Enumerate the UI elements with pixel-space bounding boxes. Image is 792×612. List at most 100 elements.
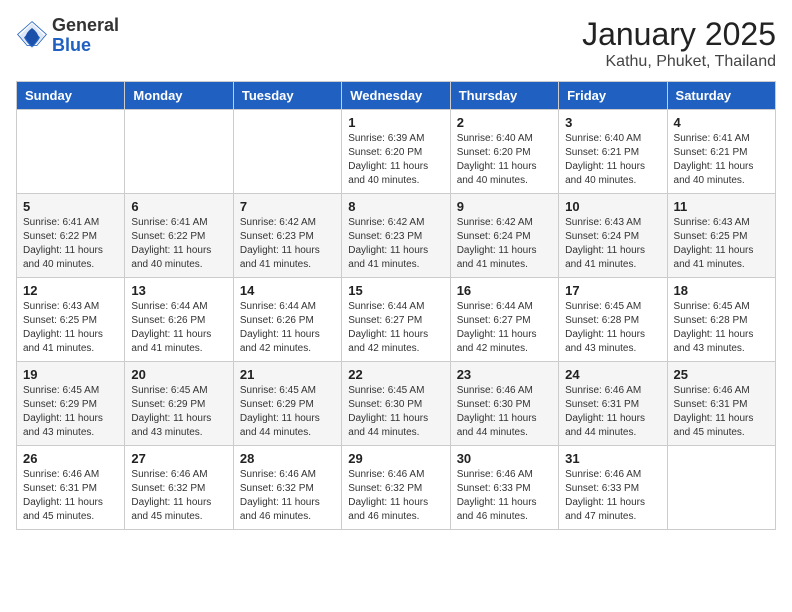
weekday-header-row: SundayMondayTuesdayWednesdayThursdayFrid… [17,82,776,110]
day-info: Sunrise: 6:41 AM Sunset: 6:22 PM Dayligh… [131,216,226,272]
calendar-cell: 2 Sunrise: 6:40 AM Sunset: 6:20 PM Daylig… [450,110,558,194]
calendar-cell: 27Sunrise: 6:46 AM Sunset: 6:32 PM Dayli… [125,446,233,530]
calendar-table: SundayMondayTuesdayWednesdayThursdayFrid… [16,81,776,530]
calendar-cell: 25 Sunrise: 6:46 AM Sunset: 6:31 PM Dayli… [667,362,775,446]
day-info: Sunrise: 6:40 AM Sunset: 6:21 PM Dayligh… [565,132,660,188]
day-number: 3 [565,115,660,130]
calendar-cell: 22 Sunrise: 6:45 AM Sunset: 6:30 PM Dayli… [342,362,450,446]
logo: General Blue [16,16,119,56]
day-info: Sunrise: 6:42 AM Sunset: 6:23 PM Dayligh… [348,216,443,272]
day-info: Sunrise: 6:46 AM Sunset: 6:32 PM Dayligh… [348,468,443,524]
day-info: Sunrise: 6:43 AM Sunset: 6:24 PM Dayligh… [565,216,660,272]
day-info: Sunrise: 6:45 AM Sunset: 6:29 PM Dayligh… [23,384,118,440]
day-number: 17 [565,283,660,298]
weekday-header: Saturday [667,82,775,110]
day-info: Sunrise: 6:46 AM Sunset: 6:32 PM Dayligh… [131,468,226,524]
day-number: 15 [348,283,443,298]
calendar-cell: 3 Sunrise: 6:40 AM Sunset: 6:21 PM Daylig… [559,110,667,194]
calendar-cell [17,110,125,194]
calendar-cell: 5 Sunrise: 6:41 AM Sunset: 6:22 PM Daylig… [17,194,125,278]
calendar-cell: 7Sunrise: 6:42 AM Sunset: 6:23 PM Daylig… [233,194,341,278]
day-info: Sunrise: 6:42 AM Sunset: 6:24 PM Dayligh… [457,216,552,272]
day-number: 5 [23,199,118,214]
weekday-header: Friday [559,82,667,110]
day-info: Sunrise: 6:43 AM Sunset: 6:25 PM Dayligh… [674,216,769,272]
day-info: Sunrise: 6:39 AM Sunset: 6:20 PM Dayligh… [348,132,443,188]
calendar-cell [667,446,775,530]
day-info: Sunrise: 6:46 AM Sunset: 6:30 PM Dayligh… [457,384,552,440]
day-info: Sunrise: 6:41 AM Sunset: 6:22 PM Dayligh… [23,216,118,272]
calendar-cell: 8 Sunrise: 6:42 AM Sunset: 6:23 PM Daylig… [342,194,450,278]
day-info: Sunrise: 6:45 AM Sunset: 6:28 PM Dayligh… [565,300,660,356]
calendar-cell: 18 Sunrise: 6:45 AM Sunset: 6:28 PM Dayli… [667,278,775,362]
calendar-cell: 30 Sunrise: 6:46 AM Sunset: 6:33 PM Dayli… [450,446,558,530]
day-number: 28 [240,451,335,466]
day-number: 11 [674,199,769,214]
calendar-week-row: 5 Sunrise: 6:41 AM Sunset: 6:22 PM Daylig… [17,194,776,278]
day-info: Sunrise: 6:43 AM Sunset: 6:25 PM Dayligh… [23,300,118,356]
day-info: Sunrise: 6:45 AM Sunset: 6:30 PM Dayligh… [348,384,443,440]
calendar-week-row: 1 Sunrise: 6:39 AM Sunset: 6:20 PM Daylig… [17,110,776,194]
logo-general-text: General [52,15,119,35]
day-info: Sunrise: 6:46 AM Sunset: 6:31 PM Dayligh… [674,384,769,440]
calendar-cell: 19Sunrise: 6:45 AM Sunset: 6:29 PM Dayli… [17,362,125,446]
day-number: 2 [457,115,552,130]
calendar-cell [233,110,341,194]
calendar-week-row: 12 Sunrise: 6:43 AM Sunset: 6:25 PM Dayli… [17,278,776,362]
day-info: Sunrise: 6:46 AM Sunset: 6:33 PM Dayligh… [565,468,660,524]
calendar-cell: 23Sunrise: 6:46 AM Sunset: 6:30 PM Dayli… [450,362,558,446]
calendar-cell: 10Sunrise: 6:43 AM Sunset: 6:24 PM Dayli… [559,194,667,278]
logo-blue-text: Blue [52,35,91,55]
day-number: 14 [240,283,335,298]
location-title: Kathu, Phuket, Thailand [582,53,776,71]
day-info: Sunrise: 6:46 AM Sunset: 6:33 PM Dayligh… [457,468,552,524]
day-number: 30 [457,451,552,466]
calendar-cell: 24Sunrise: 6:46 AM Sunset: 6:31 PM Dayli… [559,362,667,446]
day-number: 18 [674,283,769,298]
calendar-cell: 14 Sunrise: 6:44 AM Sunset: 6:26 PM Dayli… [233,278,341,362]
page-header: General Blue January 2025 Kathu, Phuket,… [16,16,776,71]
calendar-cell: 21Sunrise: 6:45 AM Sunset: 6:29 PM Dayli… [233,362,341,446]
calendar-cell: 29 Sunrise: 6:46 AM Sunset: 6:32 PM Dayli… [342,446,450,530]
day-number: 22 [348,367,443,382]
calendar-week-row: 19Sunrise: 6:45 AM Sunset: 6:29 PM Dayli… [17,362,776,446]
day-number: 4 [674,115,769,130]
day-info: Sunrise: 6:44 AM Sunset: 6:27 PM Dayligh… [348,300,443,356]
logo-icon [16,20,48,52]
calendar-week-row: 26 Sunrise: 6:46 AM Sunset: 6:31 PM Dayli… [17,446,776,530]
calendar-cell: 15 Sunrise: 6:44 AM Sunset: 6:27 PM Dayli… [342,278,450,362]
calendar-cell: 6Sunrise: 6:41 AM Sunset: 6:22 PM Daylig… [125,194,233,278]
calendar-cell: 13Sunrise: 6:44 AM Sunset: 6:26 PM Dayli… [125,278,233,362]
weekday-header: Wednesday [342,82,450,110]
day-number: 13 [131,283,226,298]
calendar-cell [125,110,233,194]
day-number: 26 [23,451,118,466]
day-number: 24 [565,367,660,382]
day-info: Sunrise: 6:44 AM Sunset: 6:26 PM Dayligh… [240,300,335,356]
title-block: January 2025 Kathu, Phuket, Thailand [582,16,776,71]
day-number: 9 [457,199,552,214]
day-number: 8 [348,199,443,214]
day-number: 1 [348,115,443,130]
day-info: Sunrise: 6:40 AM Sunset: 6:20 PM Dayligh… [457,132,552,188]
day-info: Sunrise: 6:46 AM Sunset: 6:31 PM Dayligh… [23,468,118,524]
day-number: 25 [674,367,769,382]
day-info: Sunrise: 6:46 AM Sunset: 6:32 PM Dayligh… [240,468,335,524]
calendar-cell: 16Sunrise: 6:44 AM Sunset: 6:27 PM Dayli… [450,278,558,362]
calendar-cell: 31 Sunrise: 6:46 AM Sunset: 6:33 PM Dayli… [559,446,667,530]
day-info: Sunrise: 6:44 AM Sunset: 6:27 PM Dayligh… [457,300,552,356]
weekday-header: Tuesday [233,82,341,110]
weekday-header: Sunday [17,82,125,110]
calendar-cell: 11 Sunrise: 6:43 AM Sunset: 6:25 PM Dayli… [667,194,775,278]
day-info: Sunrise: 6:45 AM Sunset: 6:28 PM Dayligh… [674,300,769,356]
day-info: Sunrise: 6:45 AM Sunset: 6:29 PM Dayligh… [131,384,226,440]
calendar-cell: 4Sunrise: 6:41 AM Sunset: 6:21 PM Daylig… [667,110,775,194]
day-number: 12 [23,283,118,298]
day-number: 31 [565,451,660,466]
calendar-cell: 20Sunrise: 6:45 AM Sunset: 6:29 PM Dayli… [125,362,233,446]
day-number: 29 [348,451,443,466]
weekday-header: Thursday [450,82,558,110]
calendar-cell: 17 Sunrise: 6:45 AM Sunset: 6:28 PM Dayli… [559,278,667,362]
day-number: 7 [240,199,335,214]
calendar-cell: 26 Sunrise: 6:46 AM Sunset: 6:31 PM Dayli… [17,446,125,530]
